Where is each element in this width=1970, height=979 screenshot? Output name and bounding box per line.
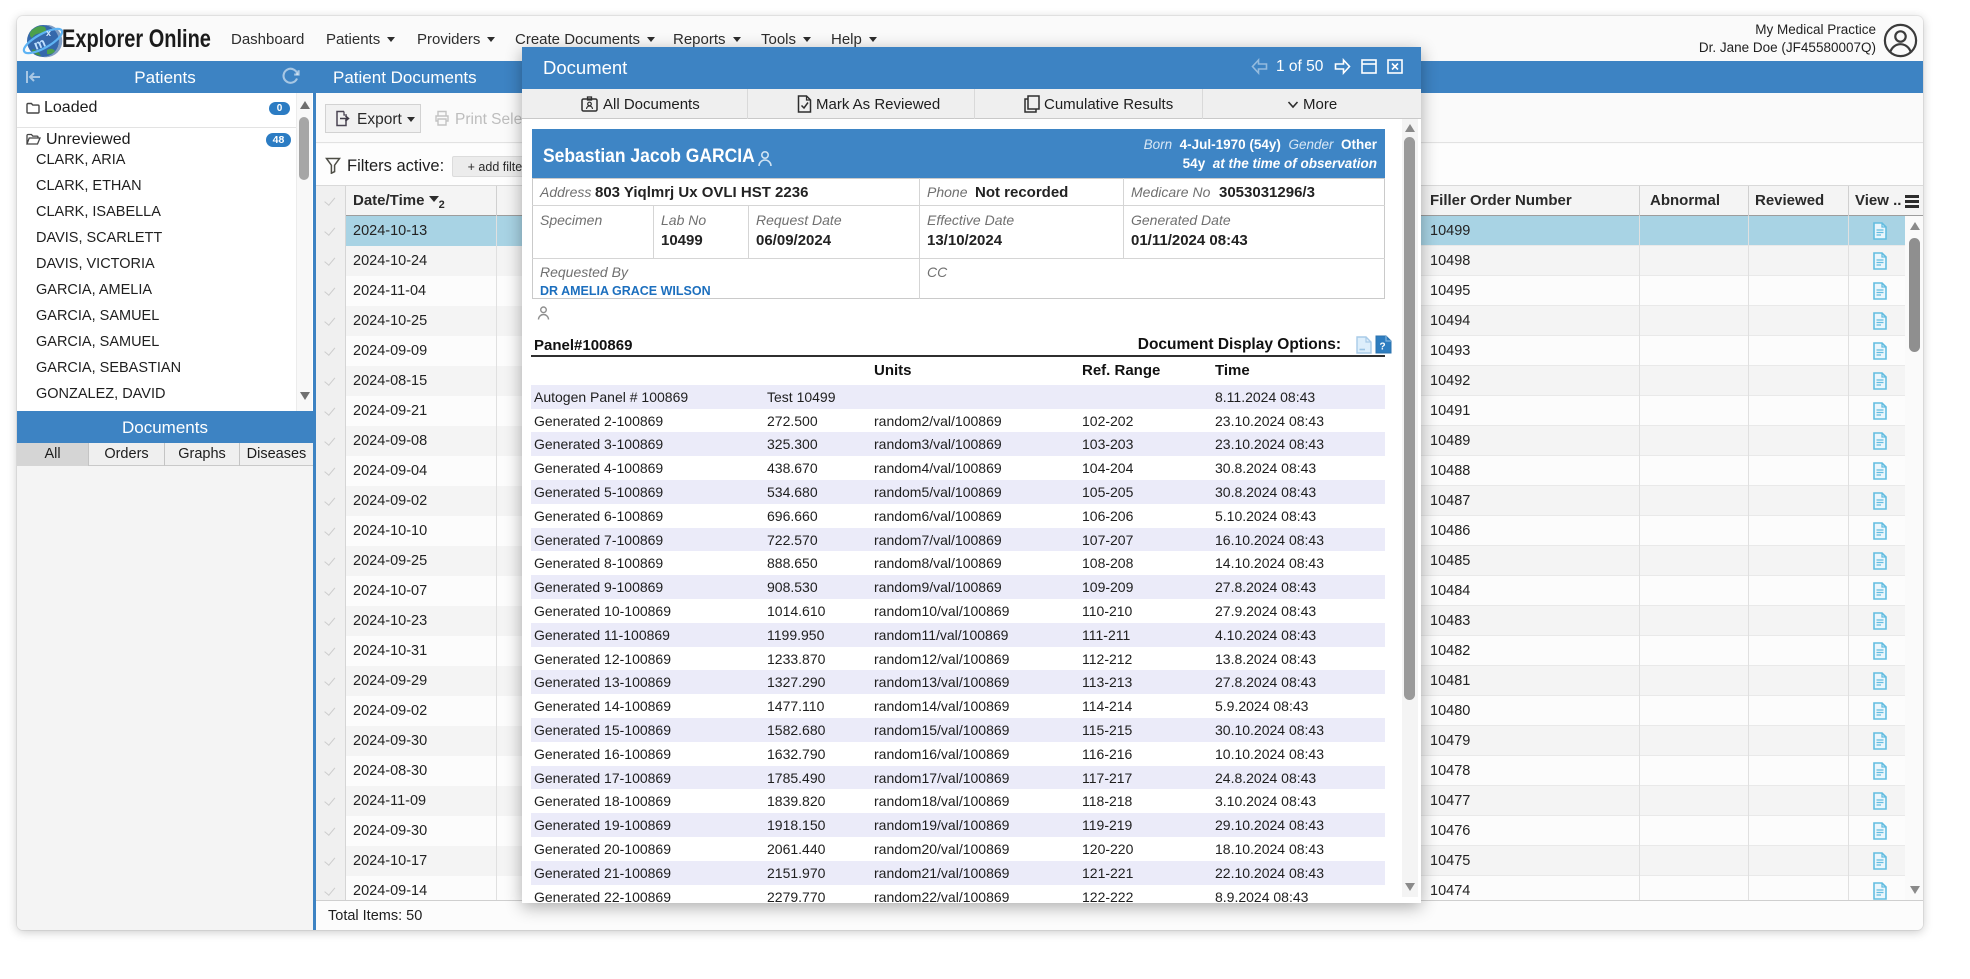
svg-text:x: x [46, 28, 51, 38]
svg-text:?: ? [1380, 342, 1386, 353]
